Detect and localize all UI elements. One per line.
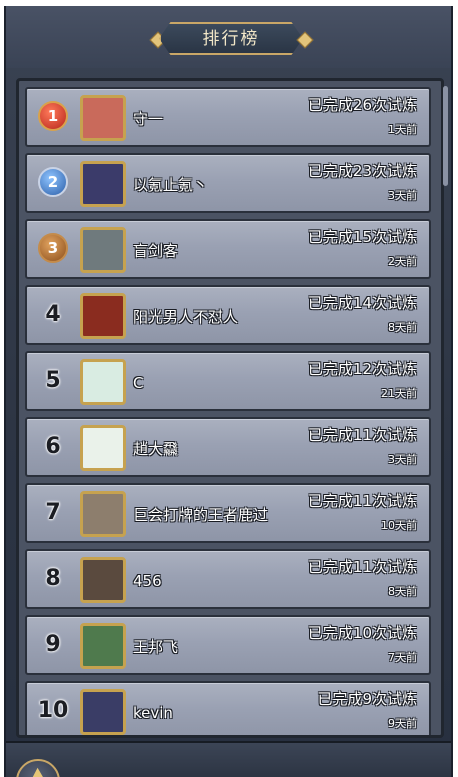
leaderboard-row[interactable]: 5 C 已完成12次试炼 21天前 bbox=[25, 351, 431, 411]
rank-number: 8 bbox=[45, 566, 61, 591]
time-ago: 7天前 bbox=[388, 651, 417, 664]
leaderboard-row[interactable]: 9 王邦飞 已完成10次试炼 7天前 bbox=[25, 615, 431, 675]
player-avatar[interactable] bbox=[80, 491, 126, 537]
player-avatar[interactable] bbox=[80, 359, 126, 405]
rank-number: 9 bbox=[45, 632, 61, 657]
trials-completed: 已完成15次试炼 bbox=[307, 228, 417, 246]
leaderboard-row[interactable]: 3 盲剑客 已完成15次试炼 2天前 bbox=[25, 219, 431, 279]
trials-completed: 已完成10次试炼 bbox=[307, 624, 417, 642]
time-ago: 3天前 bbox=[388, 189, 417, 202]
player-avatar[interactable] bbox=[80, 689, 126, 735]
rank-number: 6 bbox=[45, 434, 61, 459]
trials-completed: 已完成26次试炼 bbox=[307, 96, 417, 114]
leaderboard-list[interactable]: 1 守一 已完成26次试炼 1天前 2 以氪止氪丶 已完成23次试炼 3天前 3… bbox=[16, 78, 444, 738]
rank-number: 7 bbox=[45, 500, 61, 525]
player-avatar[interactable] bbox=[80, 557, 126, 603]
player-avatar[interactable] bbox=[80, 161, 126, 207]
list-scrollbar[interactable] bbox=[443, 86, 448, 186]
trials-completed: 已完成11次试炼 bbox=[307, 492, 417, 510]
trials-completed: 已完成12次试炼 bbox=[307, 360, 417, 378]
trials-completed: 已完成23次试炼 bbox=[307, 162, 417, 180]
back-arrow-icon bbox=[25, 767, 47, 777]
time-ago: 3天前 bbox=[388, 453, 417, 466]
trials-completed: 已完成9次试炼 bbox=[317, 690, 417, 708]
rank-medal-icon: 3 bbox=[38, 233, 68, 263]
rank-medal-icon: 1 bbox=[38, 101, 68, 131]
leaderboard-row[interactable]: 4 阳光男人不怼人 已完成14次试炼 8天前 bbox=[25, 285, 431, 345]
back-button[interactable] bbox=[16, 759, 60, 777]
leaderboard-row[interactable]: 10 kevin 已完成9次试炼 9天前 bbox=[25, 681, 431, 735]
player-avatar[interactable] bbox=[80, 425, 126, 471]
leaderboard-row[interactable]: 8 456 已完成11次试炼 8天前 bbox=[25, 549, 431, 609]
rank-medal-icon: 2 bbox=[38, 167, 68, 197]
trials-completed: 已完成11次试炼 bbox=[307, 426, 417, 444]
trials-completed: 已完成11次试炼 bbox=[307, 558, 417, 576]
player-avatar[interactable] bbox=[80, 623, 126, 669]
leaderboard-row[interactable]: 6 趙大飝 已完成11次试炼 3天前 bbox=[25, 417, 431, 477]
trials-completed: 已完成14次试炼 bbox=[307, 294, 417, 312]
player-avatar[interactable] bbox=[80, 95, 126, 141]
time-ago: 1天前 bbox=[388, 123, 417, 136]
rank-number: 10 bbox=[37, 698, 69, 723]
rank-number: 4 bbox=[45, 302, 61, 327]
time-ago: 8天前 bbox=[388, 321, 417, 334]
leaderboard-row[interactable]: 1 守一 已完成26次试炼 1天前 bbox=[25, 87, 431, 147]
leaderboard-row[interactable]: 2 以氪止氪丶 已完成23次试炼 3天前 bbox=[25, 153, 431, 213]
time-ago: 2天前 bbox=[388, 255, 417, 268]
rank-number: 5 bbox=[45, 368, 61, 393]
footer-bar bbox=[6, 741, 451, 777]
player-avatar[interactable] bbox=[80, 227, 126, 273]
leaderboard-window: 排行榜 1 守一 已完成26次试炼 1天前 2 以氪止氪丶 已完成23次试炼 3… bbox=[4, 6, 453, 777]
time-ago: 9天前 bbox=[388, 717, 417, 730]
header-bar: 排行榜 bbox=[6, 6, 451, 68]
time-ago: 10天前 bbox=[381, 519, 417, 532]
leaderboard-row[interactable]: 7 巨会打牌的王者鹿过 已完成11次试炼 10天前 bbox=[25, 483, 431, 543]
page-title: 排行榜 bbox=[202, 29, 260, 49]
time-ago: 8天前 bbox=[388, 585, 417, 598]
player-avatar[interactable] bbox=[80, 293, 126, 339]
time-ago: 21天前 bbox=[381, 387, 417, 400]
